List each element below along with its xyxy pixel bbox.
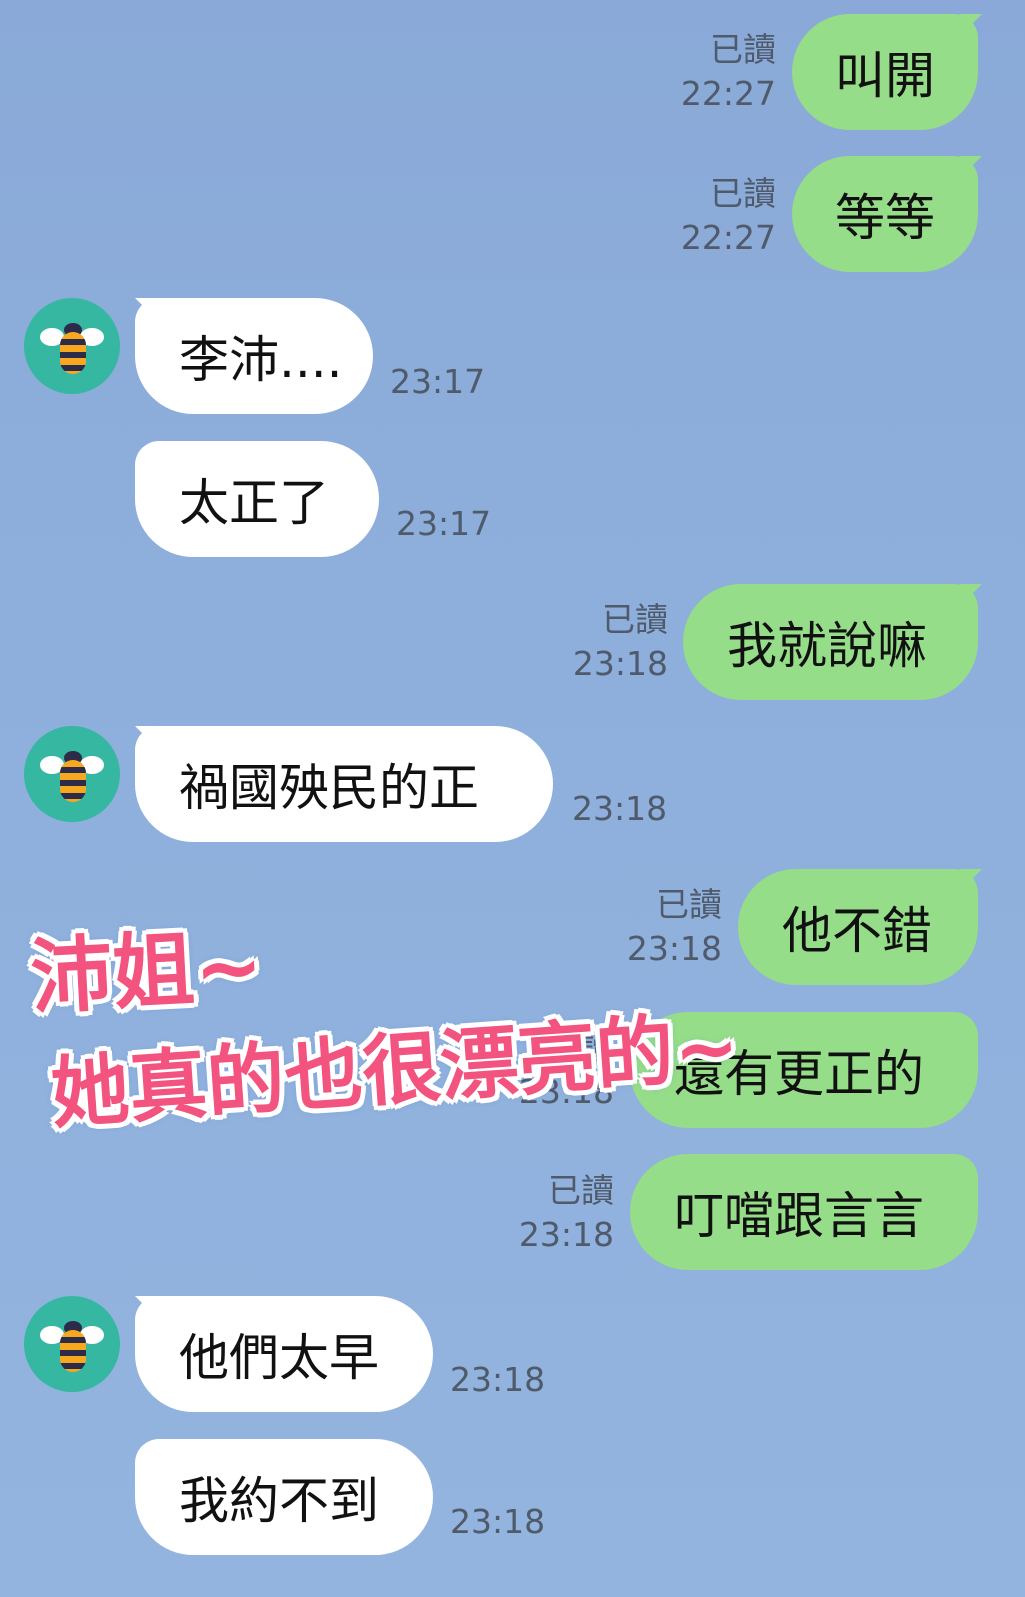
message-text: 我就說嘛 <box>727 617 927 675</box>
chat-area[interactable]: 已讀 22:27 叫開 已讀 22:27 等等 李沛.... 23:17 太正了… <box>0 0 1025 1597</box>
read-label: 已讀 <box>602 600 668 639</box>
outgoing-message[interactable]: 我就說嘛 <box>683 584 978 700</box>
message-time: 23:17 <box>390 362 486 401</box>
message-time: 23:18 <box>450 1360 546 1399</box>
message-text: 叫開 <box>835 47 935 105</box>
read-label: 已讀 <box>710 174 776 213</box>
incoming-message[interactable]: 我約不到 <box>135 1439 433 1555</box>
read-meta: 已讀 23:18 <box>518 1169 614 1257</box>
bee-icon[interactable] <box>24 1296 120 1392</box>
message-text: 他不錯 <box>782 902 932 960</box>
read-label: 已讀 <box>656 885 722 924</box>
incoming-message[interactable]: 太正了 <box>135 441 379 557</box>
message-time: 23:18 <box>572 789 668 828</box>
message-text: 禍國殃民的正 <box>179 759 479 817</box>
bubble-tail <box>960 156 982 178</box>
bee-icon[interactable] <box>24 298 120 394</box>
bubble-tail <box>135 1296 157 1318</box>
message-text: 叮噹跟言言 <box>674 1187 924 1245</box>
read-meta: 已讀 23:18 <box>572 598 668 686</box>
incoming-message[interactable]: 他們太早 <box>135 1296 433 1412</box>
incoming-message[interactable]: 禍國殃民的正 <box>135 726 553 842</box>
bee-icon[interactable] <box>24 726 120 822</box>
read-meta: 已讀 22:27 <box>680 28 776 116</box>
message-time: 22:27 <box>680 218 776 257</box>
read-meta: 已讀 23:18 <box>626 883 722 971</box>
message-text: 我約不到 <box>179 1472 379 1530</box>
outgoing-message[interactable]: 叫開 <box>792 14 978 130</box>
message-text: 李沛.... <box>179 331 343 389</box>
outgoing-message[interactable]: 等等 <box>792 156 978 272</box>
message-time: 23:18 <box>518 1215 614 1254</box>
bubble-tail <box>960 869 982 891</box>
overlay-caption-line1: 沛姐~ <box>28 918 266 1027</box>
outgoing-message[interactable]: 叮噹跟言言 <box>630 1154 978 1270</box>
message-time: 23:18 <box>626 929 722 968</box>
bubble-tail <box>960 584 982 606</box>
message-time: 23:17 <box>396 504 492 543</box>
bubble-tail <box>960 14 982 36</box>
read-label: 已讀 <box>548 1171 614 1210</box>
message-text: 太正了 <box>179 474 329 532</box>
read-meta: 已讀 22:27 <box>680 172 776 260</box>
bubble-tail <box>135 726 157 748</box>
message-time: 23:18 <box>450 1502 546 1541</box>
outgoing-message[interactable]: 他不錯 <box>738 869 978 985</box>
incoming-message[interactable]: 李沛.... <box>135 298 373 414</box>
message-text: 等等 <box>835 189 935 247</box>
bubble-tail <box>135 298 157 320</box>
read-label: 已讀 <box>710 30 776 69</box>
message-text: 他們太早 <box>179 1329 379 1387</box>
message-time: 23:18 <box>572 644 668 683</box>
message-time: 22:27 <box>680 74 776 113</box>
